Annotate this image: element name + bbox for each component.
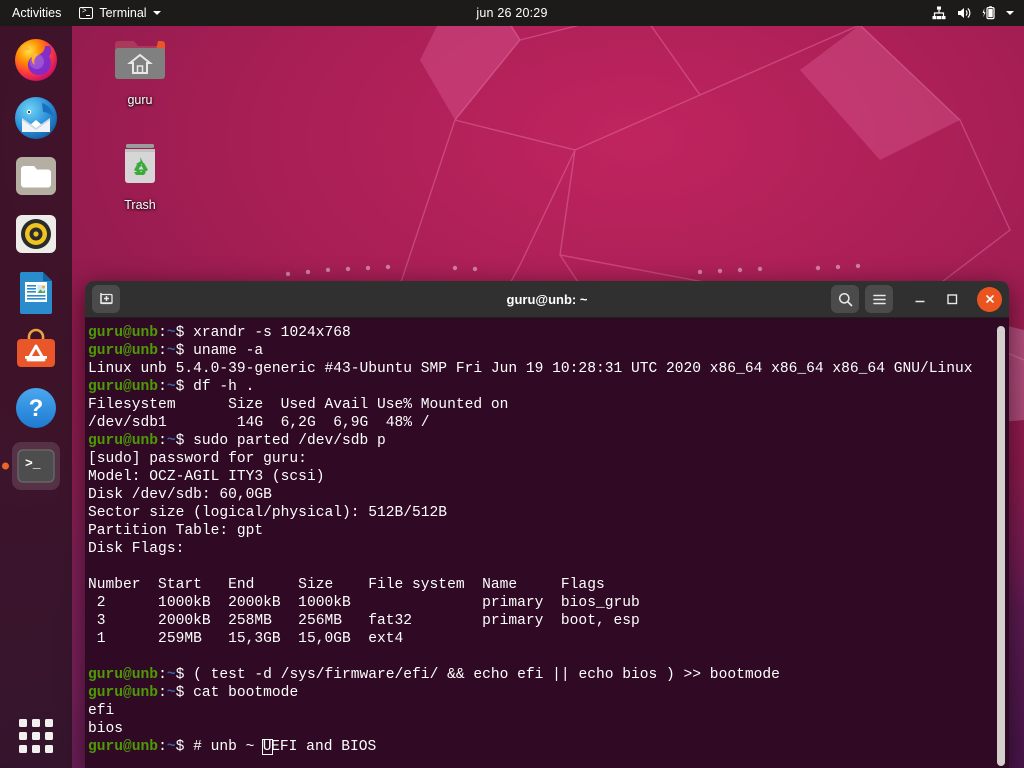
terminal-titlebar[interactable]: guru@unb: ~ bbox=[85, 281, 1009, 318]
terminal-output-line: 2 1000kB 2000kB 1000kB primary bios_grub bbox=[88, 595, 640, 611]
terminal-output: guru@unb:~$ xrandr -s 1024x768 guru@unb:~… bbox=[85, 318, 1009, 756]
launcher-dock: ? >_ bbox=[0, 26, 72, 768]
desktop-icon-trash[interactable]: Trash bbox=[97, 138, 183, 212]
terminal-prompt-line: guru@unb:~$ # unb ~ UEFI and BIOS bbox=[88, 739, 377, 755]
dock-item-files[interactable] bbox=[12, 152, 60, 200]
search-icon bbox=[838, 292, 852, 306]
new-tab-icon bbox=[99, 292, 113, 304]
minimize-icon bbox=[915, 300, 925, 303]
minimize-button[interactable] bbox=[907, 286, 933, 312]
grid-dot bbox=[32, 745, 40, 753]
hamburger-menu-icon bbox=[872, 294, 886, 304]
grid-dot bbox=[19, 745, 27, 753]
terminal-prompt-line: guru@unb:~$ df -h . bbox=[88, 379, 255, 395]
close-button[interactable] bbox=[977, 286, 1002, 312]
grid-dot bbox=[45, 732, 53, 740]
grid-dot bbox=[32, 719, 40, 727]
terminal-output-line: bios bbox=[88, 721, 124, 737]
grid-dot bbox=[45, 719, 53, 727]
terminal-prompt-line: guru@unb:~$ ( test -d /sys/firmware/efi/… bbox=[88, 667, 780, 683]
desktop-icon-home-folder[interactable]: guru bbox=[97, 33, 183, 107]
terminal-output-line: 3 2000kB 258MB 256MB fat32 primary boot,… bbox=[88, 613, 640, 629]
desktop-icon-label: guru bbox=[127, 93, 153, 107]
terminal-output-line: Linux unb 5.4.0-39-generic #43-Ubuntu SM… bbox=[88, 361, 973, 377]
grid-dot bbox=[19, 732, 27, 740]
trash-icon bbox=[125, 144, 155, 183]
terminal-prompt-line: guru@unb:~$ cat bootmode bbox=[88, 685, 299, 701]
terminal-prompt-line: guru@unb:~$ xrandr -s 1024x768 bbox=[88, 325, 351, 341]
terminal-scrollbar[interactable] bbox=[997, 326, 1005, 766]
maximize-button[interactable] bbox=[939, 286, 965, 312]
titlebar-controls bbox=[831, 285, 1002, 313]
new-tab-button[interactable] bbox=[92, 285, 120, 313]
terminal-prompt-line: guru@unb:~$ sudo parted /dev/sdb p bbox=[88, 433, 386, 449]
terminal-output-line: efi bbox=[88, 703, 115, 719]
top-panel: Activities Terminal jun 26 20:29 bbox=[0, 0, 1024, 26]
terminal-output-line: Disk /dev/sdb: 60,0GB bbox=[88, 487, 272, 503]
dock-item-firefox[interactable] bbox=[12, 36, 60, 84]
terminal-output-line: Number Start End Size File system Name F… bbox=[88, 577, 605, 593]
dock-item-ubuntu-software[interactable] bbox=[12, 326, 60, 374]
system-tray bbox=[931, 5, 1024, 21]
volume-icon[interactable] bbox=[956, 5, 972, 21]
grid-dot bbox=[19, 719, 27, 727]
maximize-icon bbox=[947, 294, 958, 305]
grid-dot bbox=[45, 745, 53, 753]
close-icon bbox=[985, 295, 994, 303]
show-applications-button[interactable] bbox=[16, 716, 56, 756]
terminal-output-line: Sector size (logical/physical): 512B/512… bbox=[88, 505, 448, 521]
dock-item-libreoffice-writer[interactable] bbox=[12, 268, 60, 316]
battery-charging-icon[interactable] bbox=[981, 5, 997, 21]
search-button[interactable] bbox=[831, 285, 859, 313]
dock-item-rhythmbox[interactable] bbox=[12, 210, 60, 258]
home-folder-icon bbox=[115, 41, 165, 79]
terminal-output-line: Filesystem Size Used Avail Use% Mounted … bbox=[88, 397, 509, 413]
terminal-output-line: [sudo] password for guru: bbox=[88, 451, 307, 467]
terminal-prompt-line: guru@unb:~$ uname -a bbox=[88, 343, 264, 359]
menu-button[interactable] bbox=[865, 285, 893, 313]
grid-dot bbox=[32, 732, 40, 740]
terminal-output-line: Model: OCZ-AGIL ITY3 (scsi) bbox=[88, 469, 325, 485]
terminal-window: guru@unb: ~ guru@unb:~$ xrandr -s 1024x7… bbox=[85, 281, 1009, 768]
svg-text:?: ? bbox=[29, 395, 44, 422]
clock[interactable]: jun 26 20:29 bbox=[0, 6, 1024, 20]
terminal-output-line: Disk Flags: bbox=[88, 541, 185, 557]
desktop-icon-label: Trash bbox=[124, 198, 156, 212]
network-wired-icon[interactable] bbox=[931, 5, 947, 21]
dock-item-terminal[interactable]: >_ bbox=[12, 442, 60, 490]
terminal-output-line: 1 259MB 15,3GB 15,0GB ext4 bbox=[88, 631, 404, 647]
terminal-body[interactable]: guru@unb:~$ xrandr -s 1024x768 guru@unb:~… bbox=[85, 318, 1009, 768]
dock-item-thunderbird[interactable] bbox=[12, 94, 60, 142]
terminal-output-line: Partition Table: gpt bbox=[88, 523, 264, 539]
dock-item-help[interactable]: ? bbox=[12, 384, 60, 432]
terminal-output-line: /dev/sdb1 14G 6,2G 6,9G 48% / bbox=[88, 415, 430, 431]
svg-text:>_: >_ bbox=[25, 456, 41, 471]
system-menu-caret-icon[interactable] bbox=[1006, 11, 1014, 15]
